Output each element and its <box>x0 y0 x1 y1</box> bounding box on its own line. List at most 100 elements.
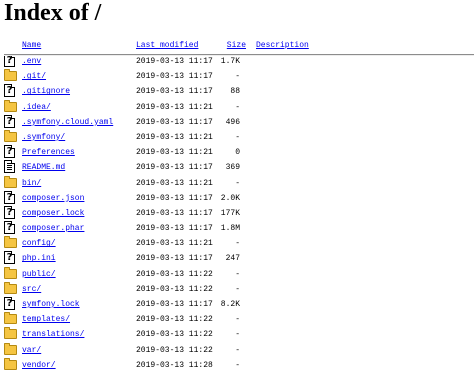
last-modified: 2019-03-13 11:17 <box>136 72 213 82</box>
last-modified: 2019-03-13 11:17 <box>136 224 213 234</box>
file-link[interactable]: var/ <box>22 346 41 355</box>
file-link[interactable]: .gitignore <box>22 87 70 96</box>
unknown-file-icon <box>4 190 15 204</box>
unknown-file-icon <box>4 145 15 159</box>
file-link[interactable]: .git/ <box>22 72 46 81</box>
unknown-file-icon <box>4 297 15 310</box>
folder-icon <box>4 69 17 82</box>
folder-icon <box>4 342 17 355</box>
file-size: - <box>235 315 240 325</box>
file-link[interactable]: .symfony/ <box>22 133 65 142</box>
file-size: - <box>235 178 240 188</box>
last-modified: 2019-03-13 11:21 <box>136 132 213 142</box>
file-row: composer.json 2019-03-13 11:17 2.0K <box>0 190 474 206</box>
file-row: templates/2019-03-13 11:22 - <box>0 312 474 327</box>
file-row: public/2019-03-13 11:22 - <box>0 266 474 282</box>
last-modified: 2019-03-13 11:17 <box>136 193 213 203</box>
file-row: translations/2019-03-13 11:22 - <box>0 327 474 342</box>
file-link[interactable]: translations/ <box>22 330 84 339</box>
file-link[interactable]: public/ <box>22 270 56 279</box>
sort-by-description-link[interactable]: Description <box>256 41 309 50</box>
last-modified: 2019-03-13 11:21 <box>136 239 213 249</box>
file-link[interactable]: Preferences <box>22 148 75 157</box>
last-modified: 2019-03-13 11:21 <box>136 102 213 112</box>
last-modified: 2019-03-13 11:17 <box>136 87 213 97</box>
last-modified: 2019-03-13 11:22 <box>136 345 213 355</box>
file-link[interactable]: composer.lock <box>22 209 84 218</box>
file-size: - <box>235 269 240 279</box>
folder-icon <box>4 236 17 249</box>
file-row: vendor/2019-03-13 11:28 - <box>0 357 474 373</box>
file-size: - <box>235 72 240 82</box>
file-row: config/2019-03-13 11:21 - <box>0 236 474 251</box>
file-size: 88 <box>230 87 240 97</box>
file-row: .idea/2019-03-13 11:21 - <box>0 99 474 115</box>
folder-icon <box>4 266 17 279</box>
file-link[interactable]: README.md <box>22 163 65 172</box>
unknown-file-icon <box>4 251 15 265</box>
file-row: src/2019-03-13 11:22 - <box>0 281 474 297</box>
file-link[interactable]: vendor/ <box>22 361 56 370</box>
file-link[interactable]: .symfony.cloud.yaml <box>22 118 113 127</box>
file-link[interactable]: php.ini <box>22 254 56 263</box>
file-row: composer.phar 2019-03-13 11:17 1.8M <box>0 221 474 236</box>
file-size: 1.8M <box>220 224 240 234</box>
last-modified: 2019-03-13 11:22 <box>136 315 213 325</box>
file-link[interactable]: composer.phar <box>22 224 84 233</box>
file-link[interactable]: src/ <box>22 285 41 294</box>
file-row: .git/2019-03-13 11:17 - <box>0 69 474 84</box>
file-size: - <box>235 239 240 249</box>
sort-by-name-link[interactable]: Name <box>22 41 41 50</box>
folder-icon <box>4 129 17 142</box>
page-title: Index of / <box>4 0 102 26</box>
listing-header: Name Last modified Size Description <box>0 38 474 54</box>
last-modified: 2019-03-13 11:17 <box>136 254 213 264</box>
file-size: 369 <box>225 163 240 173</box>
file-size: 0 <box>235 148 240 158</box>
file-size: - <box>235 102 240 112</box>
folder-icon <box>4 99 17 112</box>
file-size: 1.7K <box>220 57 240 66</box>
folder-icon <box>4 327 17 340</box>
file-row: var/2019-03-13 11:22 - <box>0 342 474 358</box>
file-size: - <box>235 345 240 355</box>
file-size: 496 <box>225 117 240 127</box>
file-link[interactable]: symfony.lock <box>22 300 80 309</box>
file-link[interactable]: .env <box>22 57 41 66</box>
file-row: .gitignore 2019-03-13 11:17 88 <box>0 84 474 99</box>
file-size: - <box>235 132 240 142</box>
file-row: README.md 2019-03-13 11:17 369 <box>0 160 474 175</box>
folder-icon <box>4 281 17 294</box>
file-link[interactable]: composer.json <box>22 194 84 203</box>
file-link[interactable]: config/ <box>22 239 56 248</box>
unknown-file-icon <box>4 84 15 98</box>
header-divider <box>4 54 474 56</box>
file-link[interactable]: bin/ <box>22 179 41 188</box>
file-row: .symfony.cloud.yaml 2019-03-13 11:17 496 <box>0 114 474 130</box>
last-modified: 2019-03-13 11:22 <box>136 284 213 294</box>
last-modified: 2019-03-13 11:17 <box>136 57 213 66</box>
file-size: - <box>235 360 240 370</box>
last-modified: 2019-03-13 11:28 <box>136 360 213 370</box>
sort-by-size-link[interactable]: Size <box>227 41 246 50</box>
sort-by-last-modified-link[interactable]: Last modified <box>136 41 198 50</box>
file-size: 8.2K <box>220 300 240 309</box>
file-link[interactable]: templates/ <box>22 315 70 324</box>
file-row: bin/2019-03-13 11:21 - <box>0 175 474 191</box>
folder-icon <box>4 357 17 370</box>
last-modified: 2019-03-13 11:17 <box>136 300 213 309</box>
last-modified: 2019-03-13 11:17 <box>136 208 213 218</box>
file-row: symfony.lock 2019-03-13 11:17 8.2K <box>0 297 474 312</box>
file-row: Preferences 2019-03-13 11:21 0 <box>0 145 474 160</box>
last-modified: 2019-03-13 11:17 <box>136 163 213 173</box>
text-file-icon <box>4 160 15 174</box>
file-listing: Name Last modified Size Description .env… <box>0 38 474 373</box>
last-modified: 2019-03-13 11:22 <box>136 330 213 340</box>
file-row: composer.lock 2019-03-13 11:17 177K <box>0 205 474 221</box>
file-row: .symfony/2019-03-13 11:21 - <box>0 129 474 145</box>
file-size: - <box>235 284 240 294</box>
file-size: 247 <box>225 254 240 264</box>
file-link[interactable]: .idea/ <box>22 103 51 112</box>
unknown-file-icon <box>4 221 15 235</box>
unknown-file-icon <box>4 205 15 219</box>
